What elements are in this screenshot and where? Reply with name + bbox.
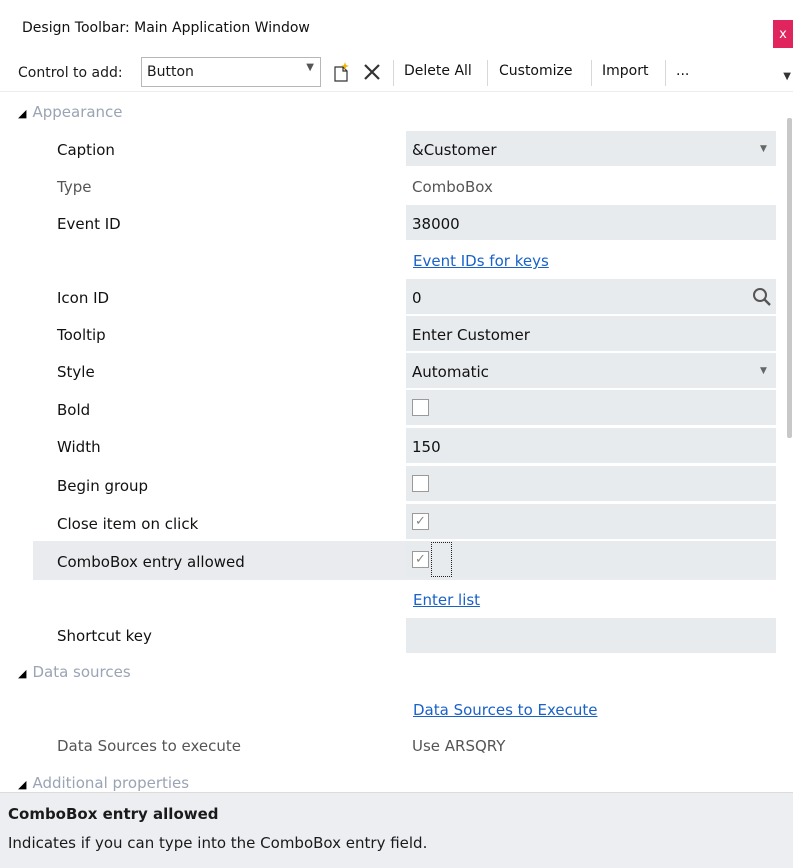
title-bar: Design Toolbar: Main Application Window … <box>0 0 793 56</box>
style-label: Style <box>57 363 95 381</box>
toolbar-separator <box>591 60 592 86</box>
bold-label: Bold <box>57 401 91 419</box>
bold-checkbox[interactable] <box>412 399 429 416</box>
focus-indicator <box>431 542 452 577</box>
import-button[interactable]: Import <box>602 63 648 79</box>
event-id-value: 38000 <box>412 215 460 233</box>
section-data-sources[interactable]: ◢ Data sources <box>18 663 131 681</box>
more-button[interactable]: ... <box>676 63 689 79</box>
section-title: Data sources <box>32 663 131 681</box>
width-label: Width <box>57 438 101 456</box>
combobox-entry-checkbox[interactable]: ✓ <box>412 551 429 568</box>
combobox-entry-field <box>406 542 776 577</box>
close-item-checkbox[interactable]: ✓ <box>412 513 429 530</box>
section-title: Appearance <box>32 103 123 121</box>
begin-group-checkbox[interactable] <box>412 475 429 492</box>
window-title: Design Toolbar: Main Application Window <box>22 20 310 36</box>
section-additional-properties[interactable]: ◢ Additional properties <box>18 774 189 792</box>
delete-control-button[interactable] <box>361 60 383 84</box>
begin-group-field <box>406 466 776 501</box>
caption-value: &Customer <box>412 141 497 159</box>
toolbar-separator <box>393 60 394 86</box>
control-to-add-value: Button <box>147 64 194 80</box>
data-sources-to-execute-link[interactable]: Data Sources to Execute <box>413 701 598 719</box>
collapse-triangle-icon: ◢ <box>18 107 27 120</box>
enter-list-link[interactable]: Enter list <box>413 591 480 609</box>
help-title: ComboBox entry allowed <box>8 805 219 823</box>
begin-group-label: Begin group <box>57 477 149 495</box>
delete-all-button[interactable]: Delete All <box>404 63 472 79</box>
customize-button[interactable]: Customize <box>499 63 573 79</box>
event-id-label: Event ID <box>57 215 121 233</box>
help-description: Indicates if you can type into the Combo… <box>8 834 428 852</box>
caption-dropdown-icon[interactable]: ▼ <box>760 144 767 154</box>
data-sources-execute-label: Data Sources to execute <box>57 737 241 755</box>
collapse-triangle-icon: ◢ <box>18 778 27 791</box>
style-value: Automatic <box>412 363 489 381</box>
event-id-field[interactable] <box>406 205 776 240</box>
section-title: Additional properties <box>32 774 190 792</box>
check-icon: ✓ <box>415 514 426 529</box>
new-item-icon <box>334 62 349 82</box>
vertical-scrollbar[interactable] <box>787 118 792 438</box>
type-label: Type <box>57 178 92 196</box>
check-icon: ✓ <box>415 552 426 567</box>
tooltip-label: Tooltip <box>57 326 106 344</box>
chevron-down-icon[interactable]: ▼ <box>306 62 314 73</box>
combobox-entry-label: ComboBox entry allowed <box>57 553 245 571</box>
event-ids-for-keys-link[interactable]: Event IDs for keys <box>413 252 549 270</box>
type-value: ComboBox <box>412 178 493 196</box>
close-button[interactable]: x <box>773 20 793 48</box>
style-dropdown-icon[interactable]: ▼ <box>760 366 767 376</box>
tooltip-value: Enter Customer <box>412 326 530 344</box>
help-panel: ComboBox entry allowed Indicates if you … <box>0 792 793 868</box>
icon-id-label: Icon ID <box>57 289 110 307</box>
shortcut-key-label: Shortcut key <box>57 627 152 645</box>
control-to-add-combobox[interactable]: Button ▼ <box>141 57 321 87</box>
delete-icon <box>364 64 380 80</box>
collapse-triangle-icon: ◢ <box>18 667 27 680</box>
bold-field <box>406 390 776 425</box>
icon-id-value: 0 <box>412 289 422 307</box>
toolbar-separator <box>665 60 666 86</box>
control-to-add-label: Control to add: <box>18 65 123 81</box>
add-control-button[interactable] <box>330 60 352 84</box>
toolbar: Control to add: <box>0 56 793 92</box>
section-appearance[interactable]: ◢ Appearance <box>18 103 123 121</box>
toolbar-separator <box>487 60 488 86</box>
caption-label: Caption <box>57 141 115 159</box>
data-sources-execute-value: Use ARSQRY <box>412 737 506 755</box>
width-value: 150 <box>412 438 441 456</box>
close-item-label: Close item on click <box>57 515 199 533</box>
toolbar-overflow-icon[interactable]: ▼ <box>783 71 791 82</box>
close-icon: x <box>779 26 787 42</box>
shortcut-key-field[interactable] <box>406 618 776 653</box>
search-icon[interactable] <box>752 287 772 307</box>
icon-id-field[interactable] <box>406 279 776 314</box>
width-field[interactable] <box>406 428 776 463</box>
close-item-field <box>406 504 776 539</box>
